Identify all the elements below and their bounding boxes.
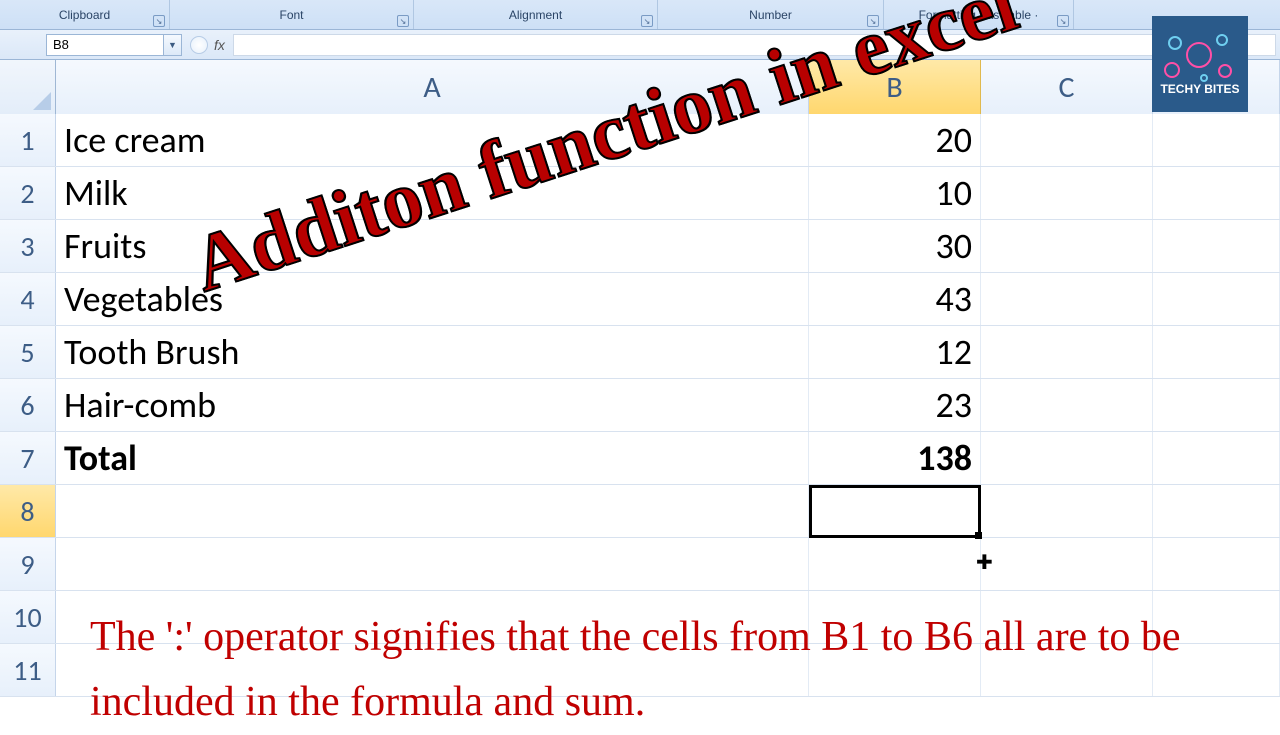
cell[interactable] <box>981 273 1153 325</box>
cell[interactable] <box>981 485 1153 537</box>
row-header[interactable]: 8 <box>0 485 56 537</box>
cell[interactable] <box>1153 379 1280 431</box>
fx-icon[interactable]: fx <box>214 37 225 53</box>
cell[interactable] <box>809 591 981 643</box>
cell[interactable]: Fruits <box>56 220 809 272</box>
grid-row: 1Ice cream20 <box>0 114 1280 167</box>
ribbon-group-label: Alignment <box>509 8 562 22</box>
cell[interactable] <box>981 114 1153 166</box>
cell[interactable] <box>981 167 1153 219</box>
cell[interactable] <box>1153 326 1280 378</box>
cell[interactable] <box>56 644 809 696</box>
dialog-launcher-icon[interactable]: ↘ <box>867 15 879 27</box>
ribbon-group: Font ↘ <box>170 0 414 29</box>
cell[interactable] <box>56 591 809 643</box>
cell[interactable]: Vegetables <box>56 273 809 325</box>
formula-input[interactable] <box>233 34 1276 56</box>
row-header[interactable]: 9 <box>0 538 56 590</box>
ribbon-group-label: Formatting · as Table · <box>919 8 1039 22</box>
cell[interactable]: Milk <box>56 167 809 219</box>
row-header[interactable]: 11 <box>0 644 56 696</box>
cell[interactable] <box>809 485 981 537</box>
cell[interactable] <box>809 538 981 590</box>
cell[interactable] <box>56 538 809 590</box>
column-headers-row: ABCD <box>0 60 1280 114</box>
cell[interactable] <box>1153 114 1280 166</box>
ribbon-group: Alignment ↘ <box>414 0 658 29</box>
dialog-launcher-icon[interactable]: ↘ <box>641 15 653 27</box>
cell[interactable]: Tooth Brush <box>56 326 809 378</box>
column-header[interactable]: A <box>56 60 809 114</box>
dialog-launcher-icon[interactable]: ↘ <box>397 15 409 27</box>
row-header[interactable]: 1 <box>0 114 56 166</box>
ribbon-group: Formatting · as Table · ↘ <box>884 0 1074 29</box>
column-header[interactable]: B <box>809 60 981 114</box>
row-header[interactable]: 3 <box>0 220 56 272</box>
ribbon-group-labels: Clipboard↘Font↘Alignment↘Number↘Formatti… <box>0 0 1280 30</box>
row-header[interactable]: 5 <box>0 326 56 378</box>
cell[interactable] <box>981 644 1153 696</box>
name-box-dropdown[interactable]: ▼ <box>164 34 182 56</box>
row-header[interactable]: 2 <box>0 167 56 219</box>
cell[interactable] <box>981 538 1153 590</box>
grid-row: 4Vegetables43 <box>0 273 1280 326</box>
cell[interactable]: Hair-comb <box>56 379 809 431</box>
cell[interactable] <box>809 644 981 696</box>
cell[interactable]: Ice cream <box>56 114 809 166</box>
cell[interactable] <box>981 326 1153 378</box>
ribbon-group-label: Clipboard <box>59 8 110 22</box>
cell[interactable]: 43 <box>809 273 981 325</box>
cell[interactable]: Total <box>56 432 809 484</box>
cell[interactable] <box>1153 273 1280 325</box>
cell[interactable]: 12 <box>809 326 981 378</box>
cell[interactable] <box>1153 220 1280 272</box>
cell[interactable] <box>981 379 1153 431</box>
cell[interactable] <box>981 432 1153 484</box>
name-box[interactable]: B8 <box>46 34 164 56</box>
grid-row: 8 <box>0 485 1280 538</box>
row-header[interactable]: 6 <box>0 379 56 431</box>
grid-row: 6Hair-comb23 <box>0 379 1280 432</box>
cell[interactable]: 138 <box>809 432 981 484</box>
spreadsheet-grid[interactable]: ABCD 1Ice cream202Milk103Fruits304Vegeta… <box>0 60 1280 720</box>
column-header[interactable]: D <box>1153 60 1280 114</box>
grid-row: 11 <box>0 644 1280 697</box>
ribbon-group-label: Number <box>749 8 792 22</box>
row-header[interactable]: 4 <box>0 273 56 325</box>
cell[interactable] <box>56 485 809 537</box>
cell[interactable] <box>1153 167 1280 219</box>
grid-row: 9 <box>0 538 1280 591</box>
grid-row: 5Tooth Brush12 <box>0 326 1280 379</box>
row-header[interactable]: 10 <box>0 591 56 643</box>
formula-bar-row: B8 ▼ fx <box>0 30 1280 60</box>
grid-row: 3Fruits30 <box>0 220 1280 273</box>
cell[interactable] <box>1153 485 1280 537</box>
ribbon-group-label: Font <box>279 8 303 22</box>
name-box-value: B8 <box>53 37 69 52</box>
cell[interactable] <box>1153 432 1280 484</box>
cell[interactable] <box>1153 538 1280 590</box>
ribbon-group: Clipboard ↘ <box>0 0 170 29</box>
cell[interactable] <box>981 591 1153 643</box>
cancel-formula-button[interactable] <box>190 36 208 54</box>
cell[interactable] <box>1153 591 1280 643</box>
grid-row: 10 <box>0 591 1280 644</box>
select-all-corner[interactable] <box>0 60 56 114</box>
cell[interactable]: 20 <box>809 114 981 166</box>
cell[interactable]: 30 <box>809 220 981 272</box>
grid-row: 2Milk10 <box>0 167 1280 220</box>
ribbon-group: Number ↘ <box>658 0 884 29</box>
row-header[interactable]: 7 <box>0 432 56 484</box>
dialog-launcher-icon[interactable]: ↘ <box>1057 15 1069 27</box>
dialog-launcher-icon[interactable]: ↘ <box>153 15 165 27</box>
cell[interactable]: 10 <box>809 167 981 219</box>
cell[interactable]: 23 <box>809 379 981 431</box>
column-header[interactable]: C <box>981 60 1153 114</box>
cell[interactable] <box>981 220 1153 272</box>
cell[interactable] <box>1153 644 1280 696</box>
grid-row: 7Total138 <box>0 432 1280 485</box>
